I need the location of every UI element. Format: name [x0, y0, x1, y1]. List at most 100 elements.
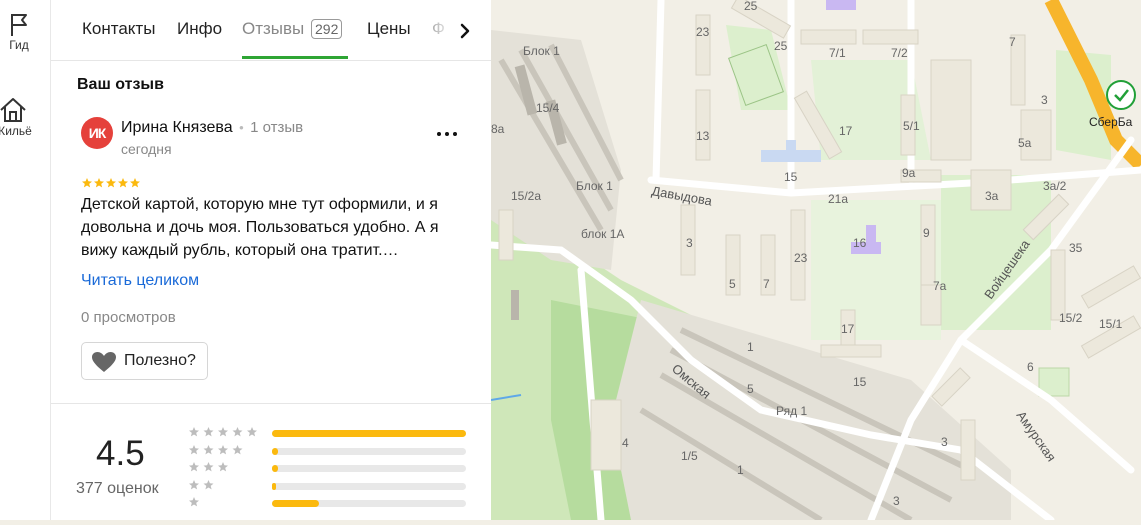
svg-text:25: 25 [774, 39, 788, 53]
block-label: блок 1А [581, 227, 624, 241]
svg-text:13: 13 [696, 129, 710, 143]
tab-contacts[interactable]: Контакты [82, 19, 155, 39]
histogram-stars-icon [189, 479, 214, 489]
svg-text:5: 5 [747, 382, 754, 396]
section-divider [51, 403, 491, 404]
histogram-track [272, 500, 466, 507]
tab-prices[interactable]: Цены [367, 19, 411, 39]
histogram-row-3 [188, 459, 468, 476]
chevron-right-icon [460, 23, 470, 39]
svg-text:5а: 5а [1018, 136, 1032, 150]
svg-text:21а: 21а [828, 192, 848, 206]
histogram-row-2 [188, 477, 468, 494]
block-label: Блок 1 [523, 44, 560, 58]
review-text: Детской картой, которую мне тут оформили… [81, 196, 439, 259]
svg-text:17: 17 [839, 124, 853, 138]
svg-text:35: 35 [1069, 241, 1083, 255]
svg-text:3а/2: 3а/2 [1043, 179, 1067, 193]
histogram-row-1 [188, 494, 468, 511]
svg-text:6: 6 [1027, 360, 1034, 374]
histogram-row-4 [188, 442, 468, 459]
rail-item-guide[interactable]: Гид [0, 12, 44, 52]
rail-item-housing-label: Жильё [0, 124, 32, 138]
histogram-track [272, 447, 466, 455]
svg-text:3: 3 [686, 236, 693, 250]
tabs-next-button[interactable] [451, 18, 479, 44]
histogram-track [272, 482, 466, 490]
svg-text:15: 15 [853, 375, 867, 389]
svg-text:4: 4 [622, 436, 629, 450]
histogram-stars-icon [189, 427, 257, 437]
histogram-track [272, 465, 466, 472]
svg-text:23: 23 [696, 25, 710, 39]
svg-text:16: 16 [853, 236, 867, 250]
histogram-fill [272, 430, 466, 437]
svg-text:1: 1 [737, 463, 744, 477]
block-label: 15/2а [511, 189, 541, 203]
histogram-stars-icon [189, 497, 199, 507]
svg-text:25: 25 [744, 0, 758, 13]
svg-text:15/1: 15/1 [1099, 317, 1123, 331]
svg-text:15/2: 15/2 [1059, 311, 1083, 325]
my-review-title: Ваш отзыв [77, 76, 164, 93]
svg-text:15: 15 [784, 170, 798, 184]
histogram-row-5 [188, 424, 468, 441]
histogram-stars-icon [189, 462, 228, 472]
house-icon [0, 98, 26, 122]
svg-text:9: 9 [923, 226, 930, 240]
histogram-track [272, 430, 466, 437]
tab-reviews[interactable]: Отзывы 292 [242, 19, 343, 39]
poi-label: СберБа [1089, 115, 1133, 129]
svg-text:1: 1 [747, 340, 754, 354]
active-tab-indicator [242, 56, 348, 59]
svg-text:7а: 7а [933, 279, 947, 293]
histogram-fill [272, 482, 276, 490]
street-label: Ряд 1 [776, 404, 807, 418]
tab-fade [423, 0, 453, 58]
avatar[interactable]: ИК [81, 117, 113, 149]
side-rail: Гид Жильё [0, 0, 51, 520]
review-date: сегодня [121, 141, 172, 157]
heart-icon [92, 352, 116, 372]
svg-text:7/2: 7/2 [891, 46, 908, 60]
svg-text:7: 7 [763, 277, 770, 291]
more-dots-icon [437, 132, 457, 136]
organization-panel: Контакты Инфо Отзывы 292 Цены Ф Ваш отзы… [51, 0, 492, 520]
svg-text:1/5: 1/5 [681, 449, 698, 463]
svg-text:23: 23 [794, 251, 808, 265]
useful-button-label: Полезно? [124, 352, 196, 369]
block-label: 8а [491, 122, 505, 136]
tab-info[interactable]: Инфо [177, 19, 222, 39]
flag-icon [11, 14, 27, 36]
map-canvas[interactable]: Давыдова Омская Войцешека Амурская Ряд 1… [487, 0, 1141, 524]
svg-text:3: 3 [893, 494, 900, 508]
map-view[interactable]: Давыдова Омская Войцешека Амурская Ряд 1… [487, 0, 1141, 524]
svg-text:7/1: 7/1 [829, 46, 846, 60]
svg-text:3: 3 [941, 435, 948, 449]
rating-value: 4.5 [96, 434, 145, 473]
author-separator: • [239, 120, 244, 135]
rail-item-housing[interactable]: Жильё [0, 96, 38, 138]
tab-reviews-label: Отзывы [242, 19, 305, 38]
histogram-stars-icon [189, 444, 243, 454]
block-label: Блок 1 [576, 179, 613, 193]
author-review-count: 1 отзыв [250, 119, 304, 136]
histogram-fill [272, 447, 278, 455]
useful-button[interactable]: Полезно? [81, 342, 208, 380]
read-more-link[interactable]: Читать целиком [81, 272, 199, 290]
star-rating-icon [82, 178, 140, 188]
histogram-fill [272, 465, 278, 472]
author-name[interactable]: Ирина Князева [121, 119, 233, 136]
block-label: 15/4 [536, 101, 560, 115]
review-more-button[interactable] [433, 122, 461, 142]
svg-text:3а: 3а [985, 189, 999, 203]
review-views: 0 просмотров [81, 309, 176, 326]
histogram-fill [272, 500, 319, 507]
svg-text:7: 7 [1009, 35, 1016, 49]
svg-text:3: 3 [1041, 93, 1048, 107]
svg-text:17: 17 [841, 322, 855, 336]
rail-item-guide-label: Гид [9, 38, 29, 52]
svg-text:5/1: 5/1 [903, 119, 920, 133]
svg-text:9а: 9а [902, 166, 916, 180]
rating-count: 377 оценок [76, 480, 159, 497]
